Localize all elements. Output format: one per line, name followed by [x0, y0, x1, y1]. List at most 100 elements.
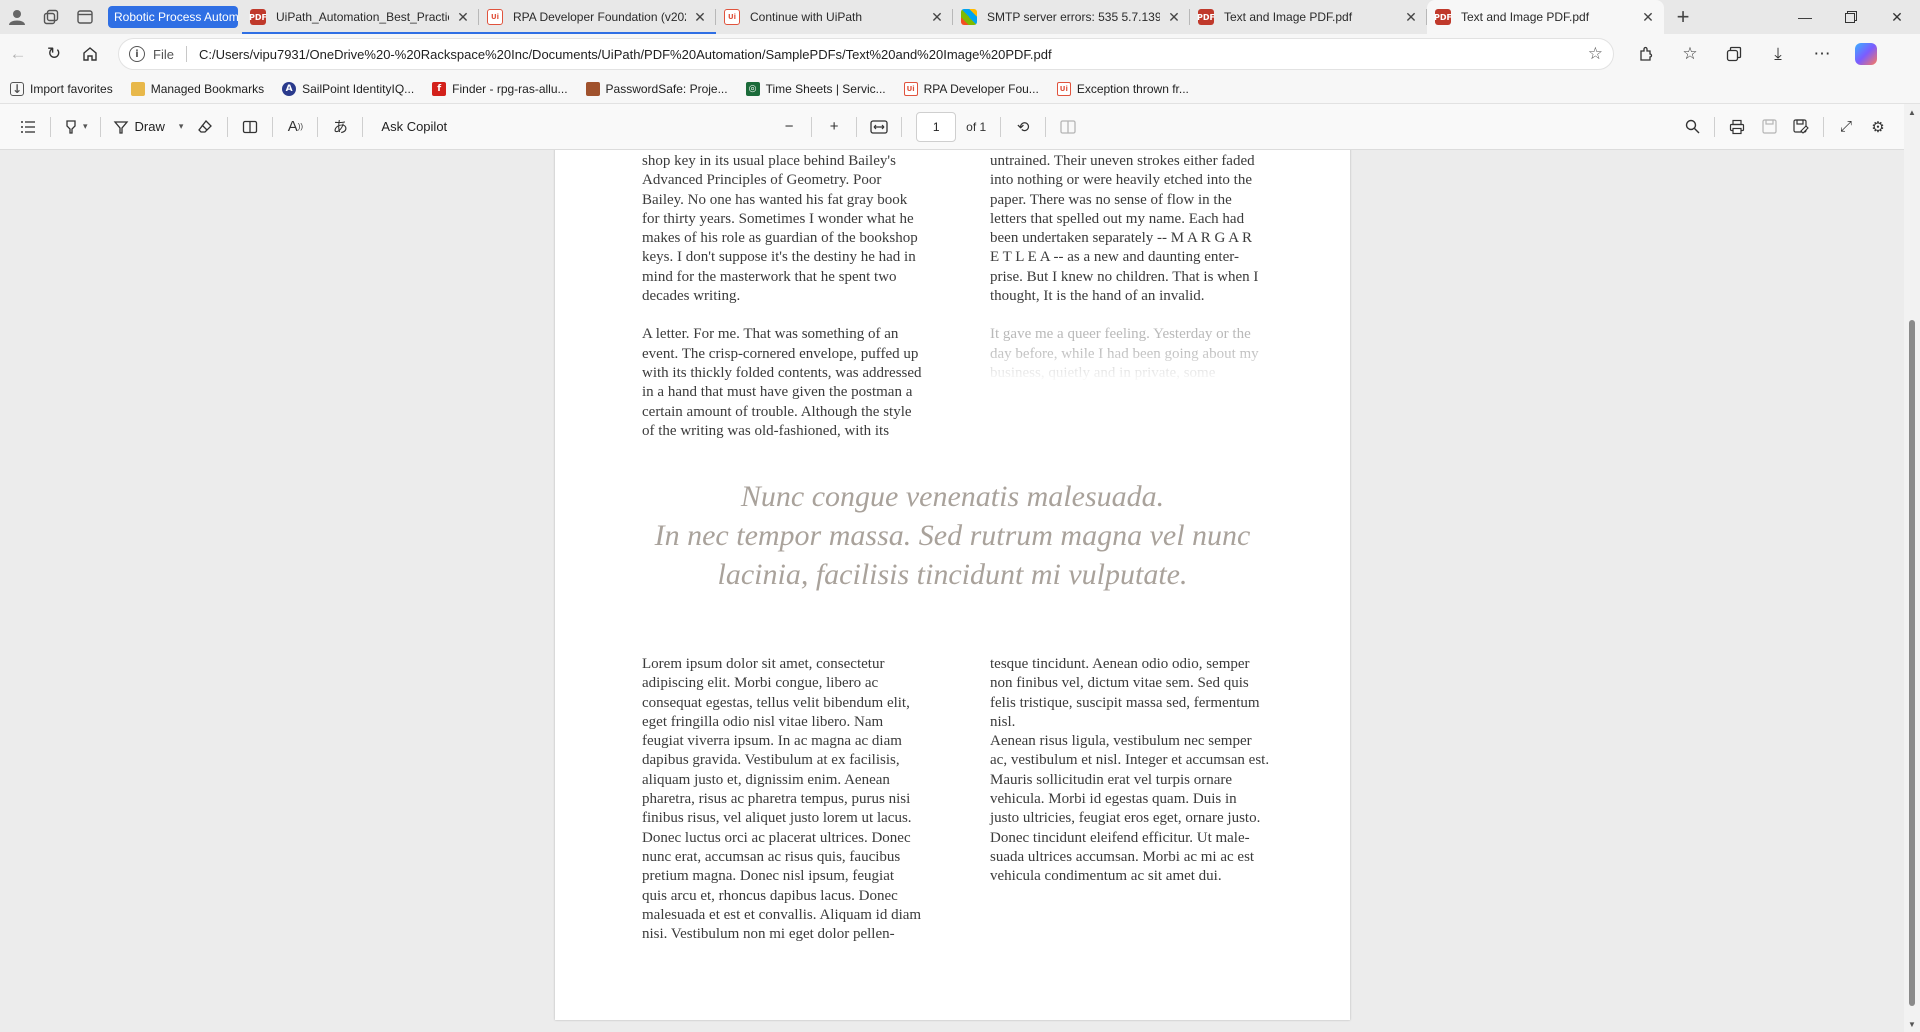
column-bottom-right: tesque tincidunt. Aenean odio odio, semp…: [990, 656, 1270, 885]
page-number-input[interactable]: 1: [916, 111, 957, 142]
translate-icon[interactable]: あ: [324, 111, 356, 143]
more-icon[interactable]: ⋯: [1800, 36, 1844, 72]
fullscreen-icon[interactable]: ⤢: [1830, 111, 1862, 143]
home-icon[interactable]: [72, 36, 108, 72]
copilot-icon[interactable]: [1844, 36, 1888, 72]
favorite-sailpoint[interactable]: A SailPoint IdentityIQ...: [282, 81, 415, 96]
search-icon[interactable]: [1676, 111, 1708, 143]
tab-group-label[interactable]: Robotic Process Autom: [108, 6, 238, 28]
tab-text-image-pdf[interactable]: PDF Text and Image PDF.pdf ✕: [1190, 0, 1427, 34]
pull-quote: Nunc congue venenatis malesuada. In nec …: [654, 480, 1251, 591]
save-icon[interactable]: [1753, 111, 1785, 143]
ask-copilot-button[interactable]: Ask Copilot: [369, 111, 453, 143]
pdf-icon: PDF: [1197, 9, 1215, 25]
tab-strip: Robotic Process Autom PDF UiPath_Automat…: [0, 0, 1920, 34]
ask-copilot-label: Ask Copilot: [381, 119, 448, 134]
tab-smtp-errors[interactable]: SMTP server errors: 535 5.7.139 A ✕: [953, 0, 1190, 34]
close-icon[interactable]: ✕: [692, 9, 708, 26]
paragraph: shop key in its usual place behind Baile…: [642, 153, 918, 305]
read-aloud-icon[interactable]: A)): [279, 111, 311, 143]
favorite-label: Import favorites: [30, 81, 113, 96]
pdf-toolbar: ▾ Draw ▾ A)) あ Ask Copilot − + 1 of 1 ⟲: [0, 104, 1920, 150]
save-as-icon[interactable]: [1785, 111, 1817, 143]
close-icon[interactable]: ✕: [1640, 9, 1656, 26]
uipath-icon: Ui: [1056, 81, 1071, 96]
favorite-timesheets[interactable]: ◎ Time Sheets | Servic...: [745, 81, 886, 96]
favorite-exception[interactable]: Ui Exception thrown fr...: [1056, 81, 1189, 96]
close-icon[interactable]: ✕: [1403, 9, 1419, 26]
two-page-view-icon[interactable]: [1052, 111, 1084, 143]
tab-rpa-developer-foundation[interactable]: Ui RPA Developer Foundation (v202 ✕: [479, 0, 716, 34]
favorite-label: Exception thrown fr...: [1076, 81, 1189, 96]
chevron-down-icon[interactable]: ▾: [83, 121, 88, 132]
extensions-icon[interactable]: [1624, 36, 1668, 72]
divider: [1714, 116, 1715, 137]
close-icon[interactable]: ✕: [929, 9, 945, 26]
scrollbar-thumb[interactable]: [1909, 320, 1915, 1006]
divider: [901, 116, 903, 137]
url-text[interactable]: C:/Users/vipu7931/OneDrive%20-%20Rackspa…: [199, 47, 1588, 62]
tab-continue-with-uipath[interactable]: Ui Continue with UiPath ✕: [716, 0, 953, 34]
favorite-managed-bookmarks[interactable]: Managed Bookmarks: [130, 81, 264, 96]
highlight-button[interactable]: ▾: [57, 111, 94, 143]
omnibox[interactable]: i File C:/Users/vipu7931/OneDrive%20-%20…: [118, 38, 1614, 70]
favorite-import[interactable]: ↓ Import favorites: [10, 81, 113, 96]
column-bottom-left: Lorem ipsum dolor sit amet, consectetur …: [642, 656, 922, 943]
tab-title: Text and Image PDF.pdf: [1224, 10, 1353, 24]
back-icon[interactable]: ←: [0, 36, 36, 72]
pdf-viewer[interactable]: shop key in its usual place behind Baile…: [0, 150, 1920, 1032]
zoom-in-icon[interactable]: +: [818, 111, 850, 143]
divider: [362, 116, 364, 137]
favorites-icon[interactable]: ☆: [1668, 36, 1712, 72]
favorite-rpa-developer[interactable]: Ui RPA Developer Fou...: [903, 81, 1039, 96]
scroll-down-icon[interactable]: ▼: [1904, 1016, 1920, 1032]
page-total: of 1: [966, 119, 987, 134]
page-view-icon[interactable]: [234, 111, 266, 143]
minimize-icon[interactable]: —: [1782, 0, 1828, 34]
draw-label: Draw: [134, 119, 165, 134]
window-controls: — ✕: [1782, 0, 1920, 34]
favorite-finder[interactable]: f Finder - rpg-ras-allu...: [432, 81, 568, 96]
scroll-up-icon[interactable]: ▲: [1904, 104, 1920, 120]
tab-text-image-pdf-active[interactable]: PDF Text and Image PDF.pdf ✕: [1427, 0, 1664, 34]
table-of-contents-icon[interactable]: [12, 111, 44, 143]
divider: [185, 46, 187, 62]
favorite-label: SailPoint IdentityIQ...: [302, 81, 415, 96]
pdf-icon: PDF: [1434, 9, 1452, 25]
favorite-label: PasswordSafe: Proje...: [605, 81, 728, 96]
url-scheme: File: [153, 46, 174, 62]
settings-gear-icon[interactable]: ⚙: [1862, 111, 1894, 143]
tab-best-practice[interactable]: PDF UiPath_Automation_Best_Practice ✕: [242, 0, 479, 34]
rotate-icon[interactable]: ⟲: [1007, 111, 1039, 143]
zoom-out-icon[interactable]: −: [773, 111, 805, 143]
tab-title: Continue with UiPath: [750, 10, 863, 24]
browser-actions: ☆ ⤓ ⋯: [1624, 36, 1888, 72]
print-icon[interactable]: [1721, 111, 1753, 143]
favorite-label: Finder - rpg-ras-allu...: [452, 81, 568, 96]
divider: [227, 116, 229, 137]
favorite-passwordsafe[interactable]: PasswordSafe: Proje...: [585, 81, 728, 96]
tab-actions-icon[interactable]: [68, 0, 102, 34]
profile-icon[interactable]: [0, 0, 34, 34]
divider: [856, 116, 858, 137]
column-top-right: untrained. Their uneven strokes either f…: [990, 152, 1310, 402]
chevron-down-icon[interactable]: ▾: [179, 121, 184, 132]
close-icon[interactable]: ✕: [1166, 9, 1182, 26]
vertical-scrollbar[interactable]: ▲ ▼: [1904, 104, 1920, 1032]
divider: [317, 116, 319, 137]
eraser-icon[interactable]: [189, 111, 221, 143]
new-tab-button[interactable]: +: [1664, 0, 1702, 34]
refresh-icon[interactable]: ↻: [36, 36, 72, 72]
close-icon[interactable]: ✕: [455, 9, 471, 26]
collections-icon[interactable]: [1712, 36, 1756, 72]
downloads-icon[interactable]: ⤓: [1756, 36, 1800, 72]
divider: [1045, 116, 1047, 137]
close-window-icon[interactable]: ✕: [1874, 0, 1920, 34]
info-icon[interactable]: i: [129, 46, 145, 62]
workspaces-icon[interactable]: [34, 0, 68, 34]
sailpoint-icon: A: [282, 81, 297, 96]
restore-icon[interactable]: [1828, 0, 1874, 34]
fit-to-width-icon[interactable]: [863, 111, 895, 143]
draw-button[interactable]: Draw ▾: [107, 111, 190, 143]
favorite-star-icon[interactable]: ☆: [1588, 44, 1603, 64]
